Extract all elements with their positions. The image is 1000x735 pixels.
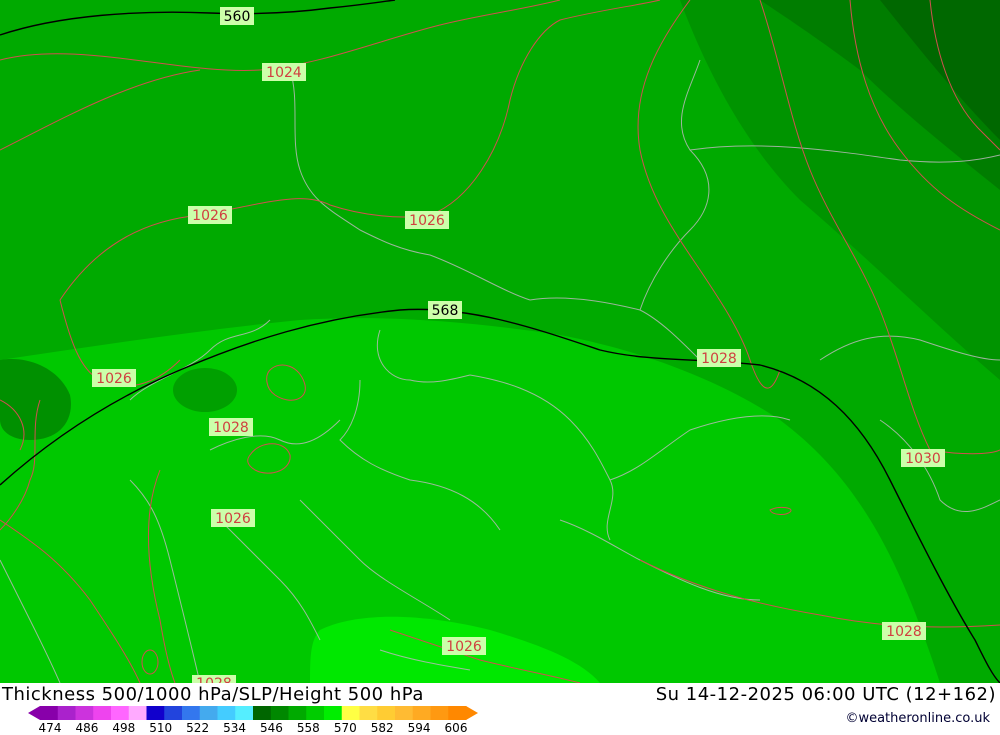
svg-text:1028: 1028	[701, 351, 737, 367]
isobar-label: 1028	[192, 675, 236, 683]
svg-text:1026: 1026	[446, 639, 482, 655]
legend-swatch	[40, 706, 59, 720]
legend-swatch	[288, 706, 307, 720]
legend-swatch	[93, 706, 112, 720]
legend-swatch	[324, 706, 343, 720]
map-title: Thickness 500/1000 hPa/SLP/Height 500 hP…	[2, 684, 424, 705]
svg-text:1026: 1026	[215, 511, 251, 527]
legend-swatch	[341, 706, 360, 720]
isobar-label: 1028	[697, 349, 741, 367]
legend-swatch	[377, 706, 396, 720]
credit-link[interactable]: ©weatheronline.co.uk	[845, 711, 990, 726]
isobar-label: 1028	[209, 418, 253, 436]
isobar-label: 1026	[92, 369, 136, 387]
color-legend	[28, 706, 478, 720]
legend-swatch	[164, 706, 183, 720]
legend-arrow-left	[28, 706, 40, 720]
isobar-label: 1026	[405, 211, 449, 229]
legend-swatch	[253, 706, 272, 720]
legend-swatch	[359, 706, 378, 720]
isobar-label: 1024	[262, 63, 306, 81]
legend-swatch	[75, 706, 94, 720]
svg-text:1026: 1026	[96, 371, 132, 387]
svg-text:1024: 1024	[266, 65, 302, 81]
isobar-label: 1026	[188, 206, 232, 224]
isobar-label: 1028	[882, 622, 926, 640]
legend-swatch	[395, 706, 414, 720]
legend-swatch	[57, 706, 76, 720]
legend-swatch	[128, 706, 147, 720]
svg-text:1030: 1030	[905, 451, 941, 467]
map-footer: Thickness 500/1000 hPa/SLP/Height 500 hP…	[0, 683, 1000, 735]
height-label-568: 568	[428, 301, 462, 319]
isobar-label: 1026	[211, 509, 255, 527]
legend-swatch	[430, 706, 449, 720]
legend-swatch	[412, 706, 431, 720]
legend-swatch	[270, 706, 289, 720]
weather-map: 560 568 1024 1026 1026 1026 1028 1028 10…	[0, 0, 1000, 683]
legend-swatch	[217, 706, 236, 720]
legend-swatch	[111, 706, 130, 720]
svg-text:568: 568	[432, 303, 459, 319]
svg-text:560: 560	[224, 9, 251, 25]
svg-text:1028: 1028	[213, 420, 249, 436]
isobar-label: 1030	[901, 449, 945, 467]
legend-arrow-right	[466, 706, 478, 720]
legend-swatch	[146, 706, 165, 720]
svg-text:1026: 1026	[192, 208, 228, 224]
legend-swatch	[199, 706, 218, 720]
height-label-560: 560	[220, 7, 254, 25]
svg-text:1028: 1028	[886, 624, 922, 640]
svg-text:1026: 1026	[409, 213, 445, 229]
legend-swatch	[448, 706, 467, 720]
thickness-small-blob	[173, 368, 237, 412]
legend-swatch	[182, 706, 201, 720]
forecast-datetime: Su 14-12-2025 06:00 UTC (12+162)	[655, 684, 996, 705]
legend-swatch	[235, 706, 254, 720]
legend-swatch	[306, 706, 325, 720]
svg-text:1028: 1028	[196, 676, 232, 683]
isobar-label: 1026	[442, 637, 486, 655]
